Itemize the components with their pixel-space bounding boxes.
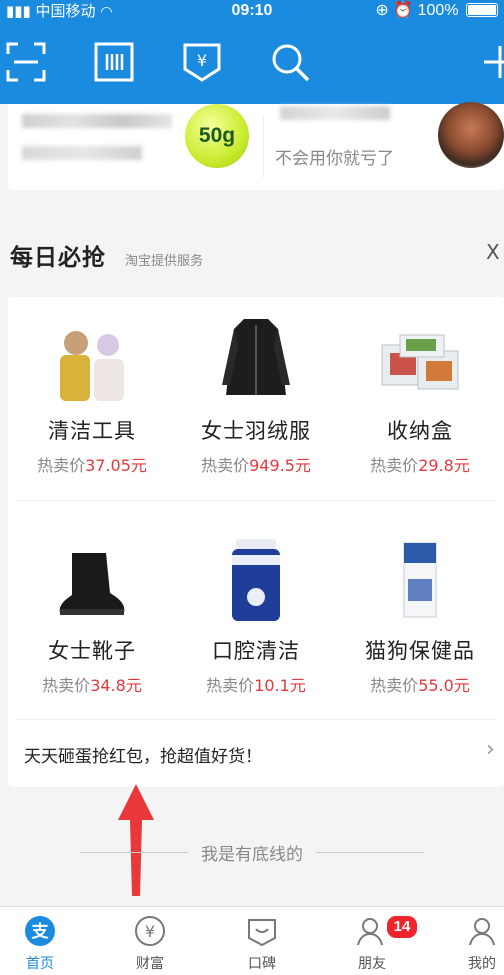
section-subtitle: 淘宝提供服务 [125,254,204,269]
product-item[interactable]: 清洁工具 热卖价37.05元 [8,297,176,487]
svg-text:¥: ¥ [197,51,207,70]
end-of-list-note: 我是有底线的 [201,845,303,865]
tab-koubei[interactable]: 口碑 [212,907,312,975]
tab-wealth[interactable]: ¥ 财富 [100,907,200,975]
product-image-down-jacket [222,319,290,395]
alarm-icon: ⏰ [393,2,414,19]
notification-badge: 14 [385,914,419,940]
product-price: 热卖价29.8元 [370,456,470,475]
tab-profile[interactable]: 我的 [432,907,504,975]
wealth-icon: ¥ [135,916,165,946]
product-image-pet-health [403,542,437,618]
product-name: 口腔清洁 [212,639,300,663]
divider [263,116,264,178]
status-bar: ▮▮▮ 中国移动 ◠ 09:10 ⊕ ⏰ 100% [0,0,504,22]
payment-code-icon[interactable]: ¥ [182,42,222,82]
product-image-oral-care [232,539,280,621]
row-divider [16,500,496,501]
svg-text:支: 支 [32,921,50,942]
product-price: 热卖价55.0元 [370,676,470,695]
chevron-right-icon[interactable]: › [486,737,495,762]
product-name: 收纳盒 [387,419,453,443]
promo-card[interactable]: 50g 不会用你就亏了 [8,102,504,190]
close-section-button[interactable]: X [486,240,500,264]
alipay-home-icon: 支 [25,916,55,946]
battery-icon [466,3,498,17]
battery-indicator: ⊕ ⏰ 100% [375,0,498,22]
koubei-icon [248,919,276,947]
egg-smash-banner-link[interactable]: 天天砸蛋抢红包，抢超值好货！ [24,742,262,767]
product-grid: 清洁工具 热卖价37.05元 女士羽绒服 热卖价949.5元 收纳盒 热卖价29… [8,297,504,787]
product-image-cleaning-tools [60,331,124,401]
promo-subtitle: 不会用你就亏了 [275,149,394,169]
svg-text:¥: ¥ [145,922,155,941]
bottom-tab-bar: 支 首页 ¥ 财富 口碑 朋友 我的 [0,906,504,975]
product-name: 清洁工具 [48,419,136,443]
top-toolbar: ¥ [0,22,504,104]
blurred-text [22,114,172,128]
product-image-storage-box [381,334,459,390]
product-price: 热卖价10.1元 [206,676,306,695]
product-item[interactable]: 猫狗保健品 热卖价55.0元 [336,517,504,707]
product-name: 猫狗保健品 [365,639,475,663]
tab-home[interactable]: 支 首页 [0,907,90,975]
row-divider [16,719,496,720]
product-item[interactable]: 口腔清洁 热卖价10.1元 [172,517,340,707]
barcode-icon[interactable] [94,42,134,82]
lock-rotation-icon: ⊕ [375,2,389,19]
blurred-text [22,146,142,160]
profile-icon [469,918,495,946]
blurred-text [280,106,390,120]
promo-avatar-image [438,102,504,168]
product-item[interactable]: 收纳盒 热卖价29.8元 [336,297,504,487]
product-name: 女士羽绒服 [201,419,311,443]
promo-ball-image: 50g [185,104,249,168]
product-item[interactable]: 女士靴子 热卖价34.8元 [8,517,176,707]
product-image-boots [59,553,125,615]
product-item[interactable]: 女士羽绒服 热卖价949.5元 [172,297,340,487]
product-price: 热卖价34.8元 [42,676,142,695]
section-title: 每日必抢 [10,245,106,271]
add-icon[interactable] [480,42,504,82]
product-price: 热卖价37.05元 [37,456,147,475]
friends-icon [357,918,383,946]
product-price: 热卖价949.5元 [201,456,311,475]
scan-icon[interactable] [6,42,46,82]
product-name: 女士靴子 [48,639,136,663]
search-icon[interactable] [270,42,310,82]
